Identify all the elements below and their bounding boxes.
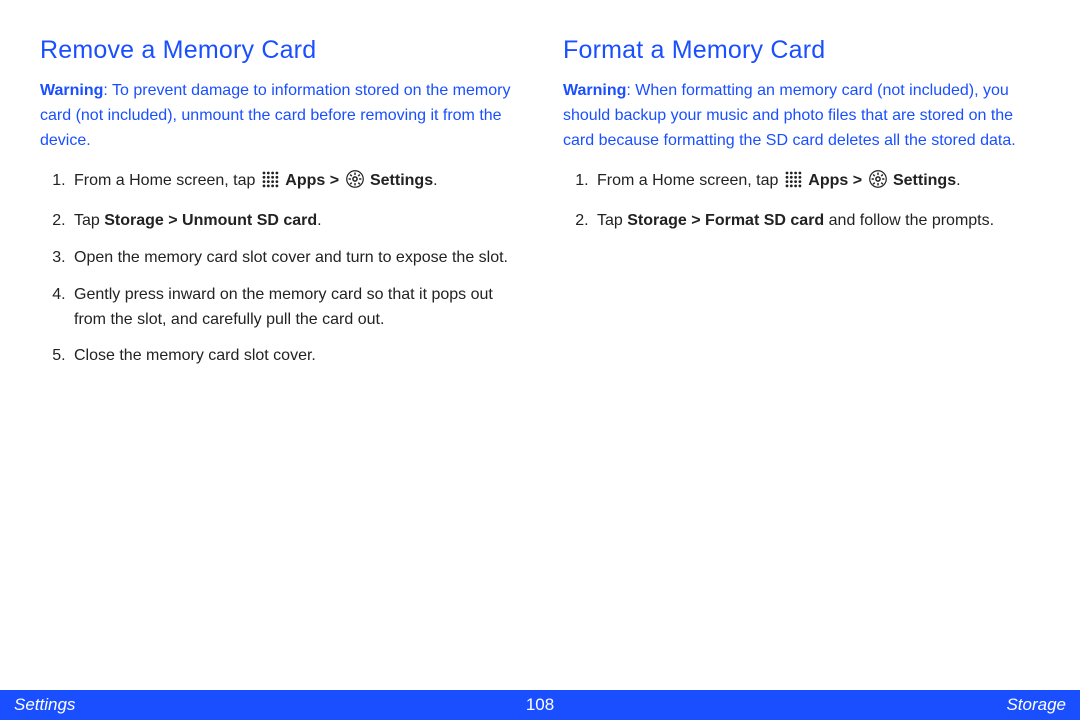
warning-label: Warning bbox=[40, 82, 103, 99]
apps-grid-icon bbox=[785, 171, 802, 197]
step-2: Tap Storage > Format SD card and follow … bbox=[593, 209, 1040, 234]
warning-label: Warning bbox=[563, 82, 626, 99]
format-card-heading: Format a Memory Card bbox=[563, 36, 1040, 65]
page-footer: Settings 108 Storage bbox=[0, 690, 1080, 720]
remove-card-warning: Warning: To prevent damage to informatio… bbox=[40, 79, 517, 153]
apps-label: Apps > bbox=[808, 172, 866, 189]
step-2: Tap Storage > Unmount SD card. bbox=[70, 209, 517, 234]
step-suffix: . bbox=[956, 172, 960, 189]
step-5: Close the memory card slot cover. bbox=[70, 344, 517, 369]
step-1: From a Home screen, tap Apps > Settings. bbox=[70, 169, 517, 197]
warning-text: : To prevent damage to information store… bbox=[40, 82, 510, 149]
format-card-warning: Warning: When formatting an memory card … bbox=[563, 79, 1040, 153]
step-suffix: and follow the prompts. bbox=[824, 212, 994, 229]
footer-section-right: Storage bbox=[1006, 695, 1066, 715]
right-column: Format a Memory Card Warning: When forma… bbox=[563, 36, 1040, 381]
step-suffix: . bbox=[317, 212, 321, 229]
manual-page: Remove a Memory Card Warning: To prevent… bbox=[0, 0, 1080, 720]
format-card-steps: From a Home screen, tap Apps > Settings.… bbox=[563, 169, 1040, 234]
left-column: Remove a Memory Card Warning: To prevent… bbox=[40, 36, 517, 381]
page-number: 108 bbox=[526, 695, 554, 715]
step-4: Gently press inward on the memory card s… bbox=[70, 283, 517, 333]
step-text: From a Home screen, tap bbox=[597, 172, 783, 189]
settings-label: Settings bbox=[893, 172, 956, 189]
settings-gear-icon bbox=[869, 170, 887, 197]
step-text: Tap bbox=[597, 212, 627, 229]
warning-text: : When formatting an memory card (not in… bbox=[563, 82, 1016, 149]
settings-label: Settings bbox=[370, 172, 433, 189]
settings-gear-icon bbox=[346, 170, 364, 197]
step-3: Open the memory card slot cover and turn… bbox=[70, 246, 517, 271]
storage-path: Storage > Format SD card bbox=[627, 212, 824, 229]
step-text: From a Home screen, tap bbox=[74, 172, 260, 189]
apps-grid-icon bbox=[262, 171, 279, 197]
remove-card-steps: From a Home screen, tap Apps > Settings.… bbox=[40, 169, 517, 369]
apps-label: Apps > bbox=[285, 172, 343, 189]
storage-path: Storage > Unmount SD card bbox=[104, 212, 317, 229]
step-1: From a Home screen, tap Apps > Settings. bbox=[593, 169, 1040, 197]
footer-section-left: Settings bbox=[14, 695, 75, 715]
remove-card-heading: Remove a Memory Card bbox=[40, 36, 517, 65]
two-column-layout: Remove a Memory Card Warning: To prevent… bbox=[40, 36, 1040, 381]
step-suffix: . bbox=[433, 172, 437, 189]
step-text: Tap bbox=[74, 212, 104, 229]
